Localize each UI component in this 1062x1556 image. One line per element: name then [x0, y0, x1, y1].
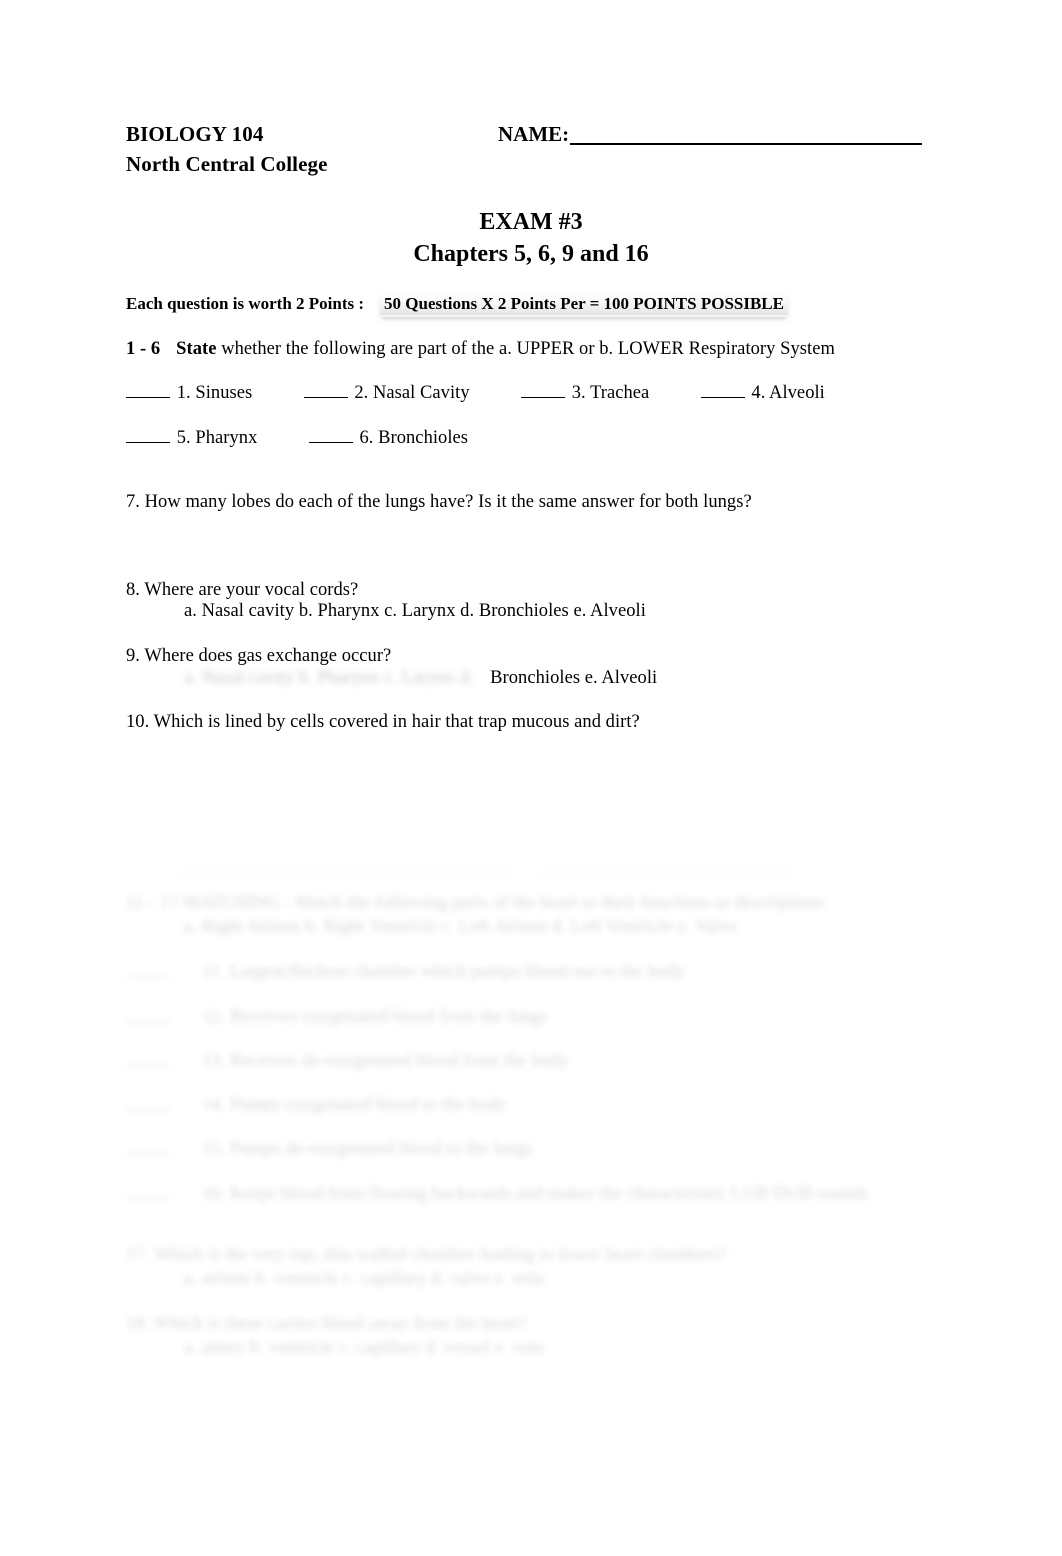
institution-name: North Central College	[126, 152, 328, 176]
faded-lower-section: 11 - 17 MATCHING : Match the following p…	[0, 855, 1062, 1375]
item-3-number: 3.	[571, 383, 586, 404]
name-input-line[interactable]	[570, 142, 923, 145]
instruction-range: 1 - 6	[126, 339, 161, 359]
faded-text-12: 12. Receives oxygenated blood from the l…	[202, 1007, 548, 1028]
question-9-options-visible: Bronchioles e. Alveoli	[490, 668, 658, 688]
faded-question-15: 15. Pumps de-oxygenated blood to the lun…	[126, 1138, 533, 1160]
item-3-label: Trachea	[590, 383, 650, 404]
exam-subtitle: Chapters 5, 6, 9 and 16	[413, 241, 649, 267]
faded-line-11-17: 11 - 17 MATCHING : Match the following p…	[126, 893, 825, 913]
item-6-number: 6.	[359, 428, 374, 449]
question-7: 7. How many lobes do each of the lungs h…	[126, 492, 752, 512]
item-1-label: Sinuses	[195, 383, 253, 404]
faded-text-15: 15. Pumps de-oxygenated blood to the lun…	[202, 1139, 534, 1160]
faded-question-13: 13. Receives de-oxygenated blood from th…	[126, 1050, 569, 1072]
question-8-options[interactable]: a. Nasal cavity b. Pharynx c. Larynx d. …	[184, 601, 646, 622]
instruction-1-6: 1 - 6 State whether the following are par…	[126, 339, 835, 360]
name-field-row: NAME:	[498, 122, 923, 147]
faded-text-11: 11. Largest/thickest chamber which pumps…	[202, 962, 685, 983]
faded-question-11: 11. Largest/thickest chamber which pumps…	[126, 961, 685, 983]
question-9-options-blurred: a. Nasal cavity b. Pharynx c. Larynx d.	[184, 668, 475, 688]
faded-blank-16	[126, 1183, 170, 1200]
faded-options-heart: a. Right Atrium b. Right Ventricle c. Le…	[184, 917, 738, 937]
faded-text-13: 13. Receives de-oxygenated blood from th…	[202, 1051, 569, 1072]
name-label: NAME:	[498, 122, 570, 146]
answer-blank-5[interactable]	[126, 427, 170, 444]
matching-row-1: 1. Sinuses 2. Nasal Cavity 3. Trachea 4.…	[126, 382, 825, 404]
item-2-number: 2.	[354, 383, 369, 404]
matching-row-2: 5. Pharynx 6. Bronchioles	[126, 427, 468, 449]
answer-blank-2[interactable]	[303, 382, 348, 399]
faded-options-17: a. atrium b. ventricle c. capillary d. v…	[184, 1269, 545, 1289]
faded-blank-15	[126, 1138, 170, 1155]
faded-question-16: 16. Keeps blood from flowing backwards a…	[126, 1183, 868, 1205]
faded-question-18: 18. Which is these carries blood away fr…	[126, 1314, 527, 1334]
question-9-options[interactable]: a. Nasal cavity b. Pharynx c. Larynx d. B…	[184, 668, 657, 689]
item-6-label: Bronchioles	[378, 428, 469, 449]
points-highlight: 50 Questions X 2 Points Per = 100 POINTS…	[380, 292, 788, 317]
faded-blank-12	[126, 1006, 170, 1023]
faded-rule-a	[180, 873, 510, 874]
question-9: 9. Where does gas exchange occur?	[126, 646, 392, 666]
answer-blank-4[interactable]	[700, 382, 745, 399]
question-8: 8. Where are your vocal cords?	[126, 580, 359, 600]
points-prefix: Each question is worth 2 Points :	[126, 294, 365, 313]
faded-blank-14	[126, 1094, 170, 1111]
instruction-text: whether the following are part of the a.…	[221, 339, 835, 359]
item-5-number: 5.	[176, 428, 191, 449]
answer-blank-3[interactable]	[521, 382, 566, 399]
item-2-label: Nasal Cavity	[372, 383, 470, 404]
faded-question-12: 12. Receives oxygenated blood from the l…	[126, 1006, 548, 1028]
faded-text-16: 16. Keeps blood from flowing backwards a…	[202, 1184, 869, 1205]
exam-title: EXAM #3	[479, 209, 583, 235]
item-4-label: Alveoli	[769, 383, 825, 404]
faded-options-18: a. artery b. ventricle c. capillary d. v…	[184, 1338, 545, 1358]
faded-text-14: 14. Pumps oxygenated blood to the body	[202, 1095, 507, 1116]
faded-blank-11	[126, 961, 170, 978]
exam-page: BIOLOGY 104 North Central College NAME: …	[0, 0, 1062, 1556]
item-4-number: 4.	[751, 383, 766, 404]
item-5-label: Pharynx	[195, 428, 258, 449]
faded-question-14: 14. Pumps oxygenated blood to the body	[126, 1094, 507, 1116]
instruction-verb: State	[176, 339, 217, 359]
faded-blank-13	[126, 1050, 170, 1067]
faded-question-17: 17. Which is the very top, thin walled c…	[126, 1245, 728, 1265]
item-1-number: 1.	[176, 383, 191, 404]
course-title: BIOLOGY 104	[126, 122, 264, 146]
points-line: Each question is worth 2 Points : 50 Ques…	[126, 292, 788, 317]
answer-blank-1[interactable]	[126, 382, 170, 399]
answer-blank-6[interactable]	[308, 427, 353, 444]
question-10: 10. Which is lined by cells covered in h…	[126, 712, 640, 732]
faded-rule-b	[540, 873, 790, 874]
